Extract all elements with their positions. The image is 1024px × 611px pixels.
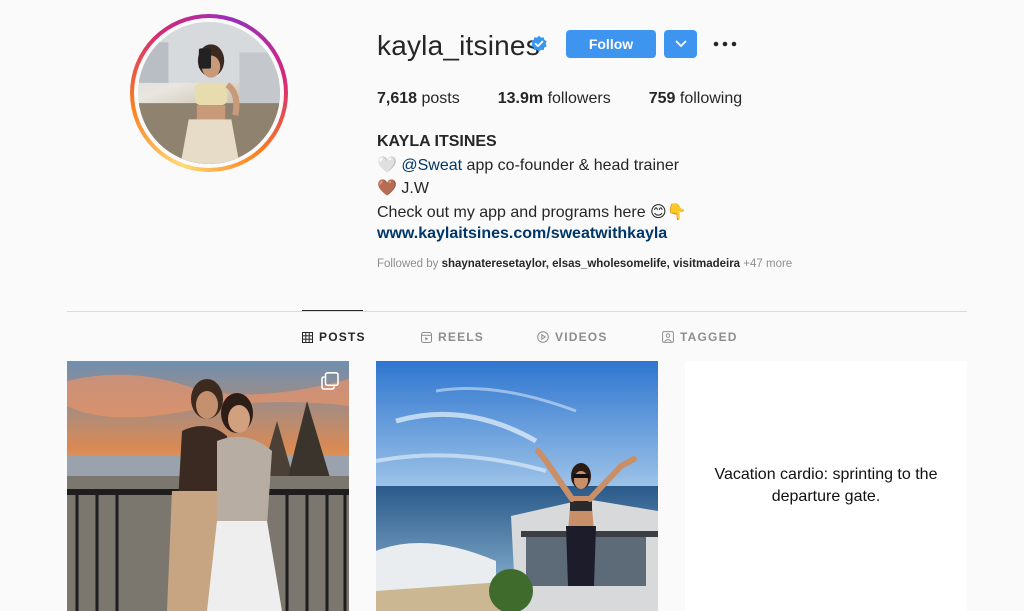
followers-count[interactable]: 13.9m followers xyxy=(498,90,611,108)
profile-avatar[interactable] xyxy=(138,22,280,164)
profile-stats: 7,618 posts 13.9m followers 759 followin… xyxy=(377,90,780,108)
posts-count: 7,618 posts xyxy=(377,90,460,107)
video-icon xyxy=(537,331,549,343)
avatar-photo xyxy=(138,22,280,164)
post-text-caption: Vacation cardio: sprinting to the depart… xyxy=(714,465,938,505)
profile-username: kayla_itsines xyxy=(377,30,540,61)
post-photo-sunset-hug xyxy=(67,361,349,611)
tab-reels[interactable]: REELS xyxy=(421,330,484,344)
carousel-icon xyxy=(321,372,339,390)
post-tile-3[interactable]: Vacation cardio: sprinting to the depart… xyxy=(685,361,967,611)
tabs-divider xyxy=(67,311,967,312)
reels-icon xyxy=(421,331,432,343)
grid-icon xyxy=(302,331,313,343)
tab-videos[interactable]: VIDEOS xyxy=(537,330,608,344)
tab-posts[interactable]: POSTS xyxy=(302,330,366,344)
profile-full-name: KAYLA ITSINES xyxy=(377,133,497,150)
tagged-icon xyxy=(662,331,674,343)
chevron-down-icon xyxy=(675,40,686,48)
post-tile-2[interactable] xyxy=(376,361,658,611)
active-tab-indicator xyxy=(302,310,363,311)
suggested-dropdown-button[interactable] xyxy=(664,30,697,58)
following-count[interactable]: 759 following xyxy=(649,90,742,108)
sweat-mention-link[interactable]: @Sweat xyxy=(401,157,462,174)
post-photo-beach xyxy=(376,361,658,611)
followed-by[interactable]: Followed by shaynateresetaylor, elsas_wh… xyxy=(377,258,792,270)
avatar-gap xyxy=(134,18,284,168)
bio-line-1: 🤍 @Sweat app co-founder & head trainer xyxy=(377,157,680,174)
more-options-button[interactable] xyxy=(712,34,738,54)
bio-line-3: Check out my app and programs here 😊👇 xyxy=(377,204,687,221)
follow-button[interactable]: Follow xyxy=(566,30,656,58)
profile-avatar-ring[interactable] xyxy=(130,14,288,172)
more-options-icon xyxy=(713,41,737,47)
tab-tagged[interactable]: TAGGED xyxy=(662,330,738,344)
post-tile-1[interactable] xyxy=(67,361,349,611)
verified-badge-icon xyxy=(531,35,547,52)
bio-line-2: 🤎 J.W xyxy=(377,180,429,197)
bio-website-link[interactable]: www.kaylaitsines.com/sweatwithkayla xyxy=(377,225,667,243)
